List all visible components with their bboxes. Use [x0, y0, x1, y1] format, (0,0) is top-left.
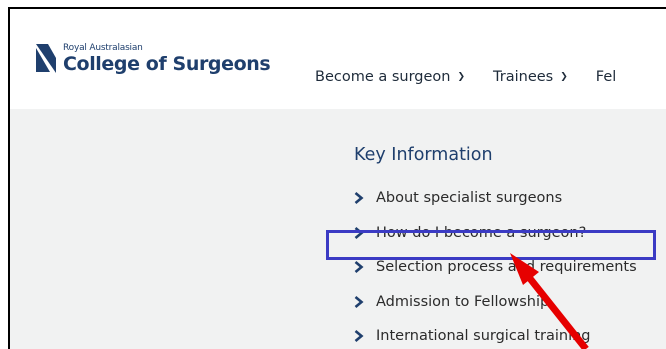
- nav-item-fellows[interactable]: Fel: [596, 69, 617, 85]
- racs-logo-icon: [36, 44, 56, 73]
- chevron-right-icon: [354, 192, 364, 205]
- browser-viewport: Royal Australasian College of Surgeons B…: [8, 7, 666, 349]
- chevron-right-icon: [354, 295, 364, 308]
- chevron-down-icon: ❯: [457, 72, 466, 82]
- chevron-right-icon: [354, 261, 364, 274]
- nav-item-trainees[interactable]: Trainees ❯: [493, 69, 568, 85]
- key-information-section: Key Information About specialist surgeon…: [10, 109, 666, 349]
- nav-item-become-a-surgeon[interactable]: Become a surgeon ❯: [315, 69, 465, 85]
- logo-big-text: College of Surgeons: [63, 52, 271, 75]
- site-logo[interactable]: Royal Australasian College of Surgeons: [34, 42, 271, 75]
- site-header: Royal Australasian College of Surgeons B…: [10, 9, 666, 110]
- link-label: About specialist surgeons: [376, 190, 563, 207]
- link-admission-to-fellowship[interactable]: Admission to Fellowship: [354, 285, 637, 320]
- link-about-specialist-surgeons[interactable]: About specialist surgeons: [354, 181, 637, 216]
- chevron-down-icon: ❯: [560, 72, 568, 82]
- link-international-surgical-training[interactable]: International surgical training: [354, 319, 637, 349]
- link-label: Selection process and requirements: [376, 259, 637, 276]
- nav-item-label: Become a surgeon: [315, 69, 451, 85]
- link-how-do-i-become-a-surgeon[interactable]: How do I become a surgeon?: [354, 216, 637, 251]
- link-label: International surgical training: [376, 328, 591, 345]
- chevron-right-icon: [354, 226, 364, 239]
- main-nav: Become a surgeon ❯ Trainees ❯ Fel: [315, 69, 644, 85]
- link-label: How do I become a surgeon?: [376, 224, 587, 241]
- link-selection-process-and-requirements[interactable]: Selection process and requirements: [354, 250, 637, 285]
- key-information-title: Key Information: [354, 145, 493, 165]
- key-information-list: About specialist surgeons How do I becom…: [354, 181, 637, 349]
- link-label: Admission to Fellowship: [376, 293, 550, 310]
- chevron-right-icon: [354, 330, 364, 343]
- logo-text: Royal Australasian College of Surgeons: [63, 42, 271, 75]
- nav-item-label: Fel: [595, 69, 617, 85]
- logo-small-text: Royal Australasian: [63, 42, 143, 53]
- nav-item-label: Trainees: [493, 69, 554, 85]
